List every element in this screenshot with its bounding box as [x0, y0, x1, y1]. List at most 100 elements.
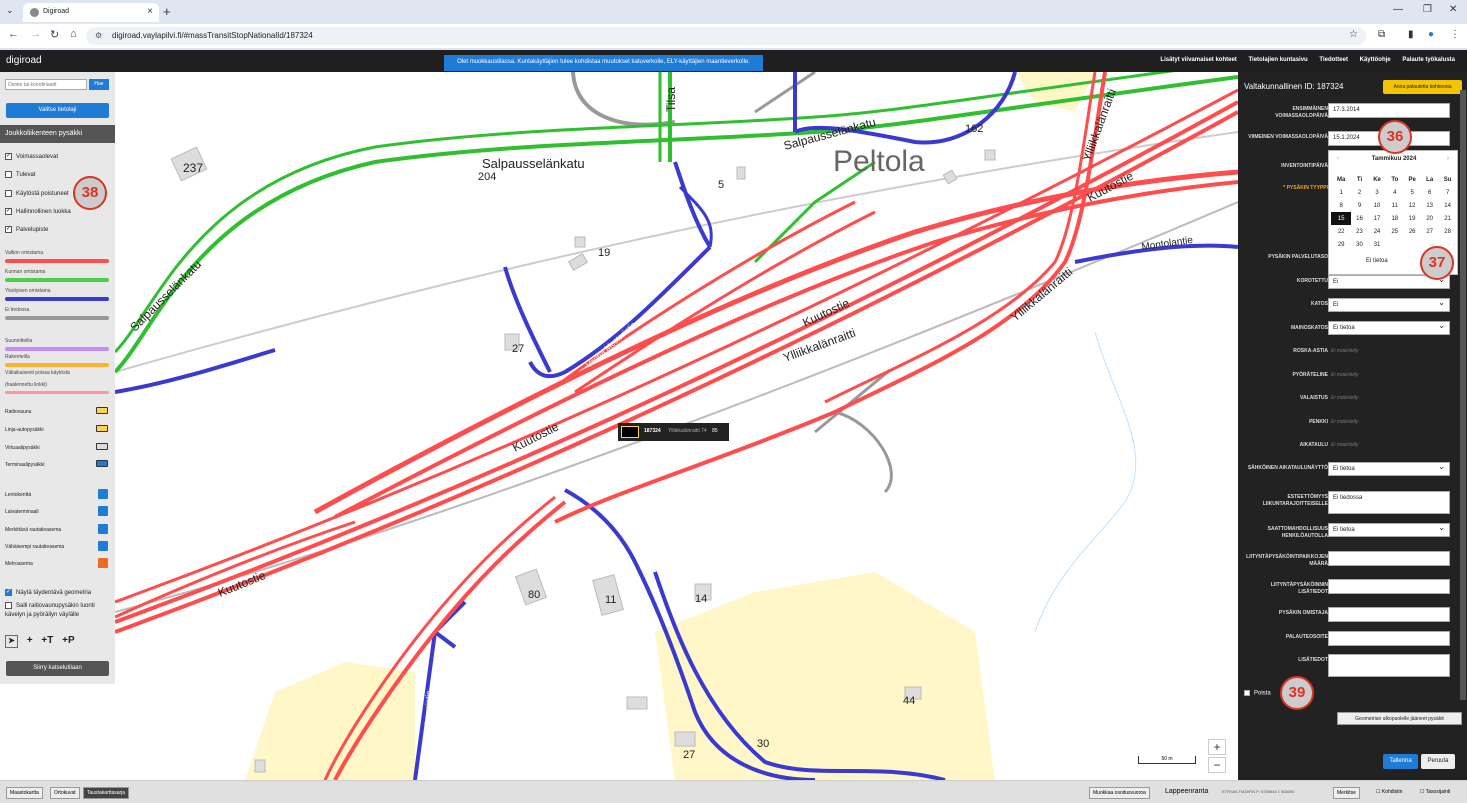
- save-button[interactable]: Tallenna: [1383, 754, 1418, 769]
- menu-icon[interactable]: ⋮: [1450, 29, 1460, 40]
- checkbox-icon[interactable]: [5, 190, 12, 197]
- restore-icon[interactable]: ❐: [1423, 4, 1432, 15]
- calendar-day[interactable]: [1403, 238, 1421, 251]
- checkbox-icon[interactable]: [5, 602, 12, 609]
- radio-undefined[interactable]: Ei määritelty: [1331, 395, 1359, 401]
- owner-input[interactable]: [1328, 607, 1450, 622]
- radio-undefined[interactable]: Ei määritelty: [1331, 372, 1359, 378]
- zoom-out-button[interactable]: −: [1208, 757, 1226, 773]
- bus-stop-marker-icon[interactable]: [621, 426, 639, 438]
- option-supplementary-geometry[interactable]: ✓ Näytä täydentävä geometria: [5, 589, 91, 596]
- filter-voimassaolevat[interactable]: ✓ Voimassaolevat: [5, 153, 58, 160]
- stop-popup[interactable]: 187324 Ylliikkalänraitti 74 85: [618, 423, 729, 441]
- address-bar[interactable]: ⚙ digiroad.vaylapilvi.fi/#massTransitSto…: [86, 27, 1366, 45]
- zoom-in-button[interactable]: +: [1208, 739, 1226, 755]
- reload-icon[interactable]: ↻: [50, 28, 59, 41]
- calendar-day[interactable]: 28: [1438, 225, 1457, 238]
- top-link-palaute[interactable]: Palaute työkalusta: [1402, 57, 1455, 63]
- cancel-button[interactable]: Peruuta: [1421, 754, 1455, 769]
- add-stop-tool[interactable]: +: [27, 635, 33, 646]
- calendar-day[interactable]: 9: [1351, 199, 1367, 212]
- side-panel-icon[interactable]: ▮: [1408, 29, 1414, 40]
- radio-undefined[interactable]: Ei määritelty: [1331, 442, 1359, 448]
- no-info-button[interactable]: Ei tietoa: [1366, 258, 1388, 264]
- calendar-day[interactable]: 13: [1421, 199, 1438, 212]
- delete-checkbox[interactable]: Poista: [1244, 690, 1271, 697]
- accessibility-textarea[interactable]: Ei tiedossa: [1328, 491, 1450, 514]
- calendar-day[interactable]: 8: [1331, 199, 1351, 212]
- calendar-day[interactable]: [1386, 238, 1403, 251]
- show-notes-button[interactable]: Muokkaa osoitusvuoroa: [1089, 787, 1150, 799]
- calendar-day[interactable]: 27: [1421, 225, 1438, 238]
- calendar-day[interactable]: 26: [1403, 225, 1421, 238]
- calendar-day[interactable]: 4: [1386, 186, 1403, 199]
- calendar-day[interactable]: 24: [1368, 225, 1387, 238]
- calendar-day[interactable]: 17: [1368, 212, 1387, 225]
- extensions-icon[interactable]: ⧉: [1378, 29, 1385, 40]
- calendar-day[interactable]: 6: [1421, 186, 1438, 199]
- top-link-kayttoohje[interactable]: Käyttöohje: [1360, 57, 1391, 63]
- calendar-day[interactable]: 21: [1438, 212, 1457, 225]
- new-tab-icon[interactable]: +: [163, 4, 171, 19]
- top-link-kuntasivu[interactable]: Tietolajien kuntasivu: [1248, 57, 1307, 63]
- top-link-lisatyt[interactable]: Lisätyt viivamaiset kohteet: [1160, 57, 1236, 63]
- calendar-day[interactable]: 14: [1438, 199, 1457, 212]
- feedback-button[interactable]: Anna palautetta kohteesta: [1383, 80, 1462, 94]
- radio-undefined[interactable]: Ei määritelty: [1331, 348, 1359, 354]
- close-tab-icon[interactable]: ×: [147, 6, 153, 17]
- crosshair-checkbox[interactable]: ☐ Kohdistin: [1376, 789, 1402, 795]
- checkbox-checked-icon[interactable]: ✓: [5, 153, 12, 160]
- calendar-day[interactable]: 30: [1351, 238, 1367, 251]
- calendar-day[interactable]: 16: [1351, 212, 1367, 225]
- calendar-day[interactable]: 20: [1421, 212, 1438, 225]
- panel-scrollbar[interactable]: [1460, 90, 1466, 700]
- feedback-address-input[interactable]: [1328, 631, 1450, 646]
- calendar-day[interactable]: 5: [1403, 186, 1421, 199]
- park-ride-count-input[interactable]: [1328, 551, 1450, 566]
- filter-tulevat[interactable]: Tulevat: [5, 171, 35, 178]
- calendar-day[interactable]: 23: [1351, 225, 1367, 238]
- checkbox-checked-icon[interactable]: ✓: [5, 226, 12, 233]
- calendar-day[interactable]: 29: [1331, 238, 1351, 251]
- checkbox-checked-icon[interactable]: ✓: [5, 589, 12, 596]
- browser-tab[interactable]: Digiroad ×: [23, 3, 159, 22]
- add-service-point-tool[interactable]: +P: [62, 635, 75, 646]
- calendar-day[interactable]: 3: [1368, 186, 1387, 199]
- filter-hallinnollinen[interactable]: ✓ Hallinnollinen luokka: [5, 208, 71, 215]
- basemap-tab-background[interactable]: Taustakarttasarja: [83, 787, 130, 799]
- top-link-tiedotteet[interactable]: Tiedotteet: [1319, 57, 1348, 63]
- forward-icon[interactable]: →: [30, 28, 41, 40]
- view-mode-button[interactable]: Siirry katselutilaan: [6, 661, 109, 676]
- home-icon[interactable]: ⌂: [70, 28, 77, 40]
- calendar-day[interactable]: 12: [1403, 199, 1421, 212]
- tab-list-icon[interactable]: ⌄: [6, 5, 14, 16]
- calendar-day[interactable]: 7: [1438, 186, 1457, 199]
- position-checkbox[interactable]: ☐ Tasosijainti: [1420, 789, 1450, 795]
- add-terminal-tool[interactable]: +T: [41, 635, 53, 646]
- shelter-select[interactable]: Ei: [1328, 298, 1450, 312]
- ad-shelter-select[interactable]: Ei tietoa: [1328, 321, 1450, 335]
- option-allow-tram-stop[interactable]: Salli raitiovaunupysäkin luonti kävelyn …: [5, 602, 110, 620]
- search-button[interactable]: Hae: [89, 79, 109, 90]
- mark-button[interactable]: Merkitse: [1333, 787, 1360, 799]
- calendar-day[interactable]: 2: [1351, 186, 1367, 199]
- back-icon[interactable]: ←: [8, 28, 19, 40]
- electronic-timetable-select[interactable]: Ei tietoa: [1328, 462, 1450, 476]
- park-ride-info-input[interactable]: [1328, 579, 1450, 594]
- car-dropoff-select[interactable]: Ei tietoa: [1328, 523, 1450, 537]
- stops-outside-geometry-button[interactable]: Geometrian ulkopuolelle jääneet pysäkit: [1337, 712, 1462, 725]
- select-tool-icon[interactable]: ➤: [5, 635, 18, 648]
- bookmark-star-icon[interactable]: ☆: [1349, 29, 1358, 40]
- calendar-day[interactable]: 1: [1331, 186, 1351, 199]
- calendar-day[interactable]: 22: [1331, 225, 1351, 238]
- checkbox-icon[interactable]: [1244, 690, 1250, 696]
- close-window-icon[interactable]: ✕: [1449, 4, 1457, 15]
- select-layer-button[interactable]: Valitse tietolaji: [6, 103, 109, 118]
- filter-palvelupiste[interactable]: ✓ Palvelupiste: [5, 226, 48, 233]
- calendar-day-selected[interactable]: 15: [1331, 212, 1352, 225]
- calendar-day[interactable]: 19: [1403, 212, 1421, 225]
- basemap-tab-terrain[interactable]: Maastokartta: [6, 787, 43, 799]
- next-month-icon[interactable]: ›: [1447, 156, 1449, 162]
- radio-undefined[interactable]: Ei määritelty: [1331, 419, 1359, 425]
- calendar-day[interactable]: 18: [1386, 212, 1403, 225]
